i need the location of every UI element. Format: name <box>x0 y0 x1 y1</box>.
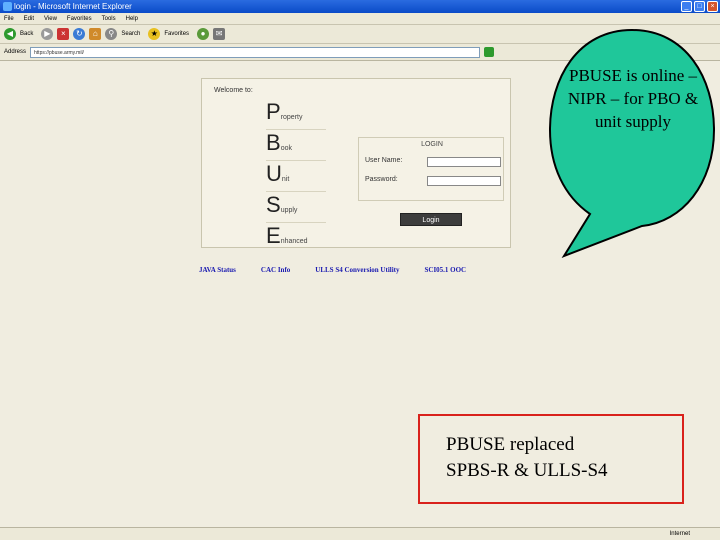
close-button[interactable]: × <box>707 1 718 12</box>
link-cac-info[interactable]: CAC Info <box>261 266 290 274</box>
stop-icon[interactable]: × <box>57 28 70 40</box>
window-controls: _ □ × <box>681 1 718 12</box>
speech-bubble-text: PBUSE is online – NIPR – for PBO & unit … <box>567 66 699 131</box>
acronym-row: Book <box>266 130 326 161</box>
acronym-row: Supply <box>266 192 326 223</box>
ie-icon <box>3 2 12 11</box>
address-label: Address <box>4 49 27 55</box>
go-icon[interactable] <box>484 47 495 57</box>
menu-favorites[interactable]: Favorites <box>67 13 92 24</box>
link-ulls-conversion[interactable]: ULLS S4 Conversion Utility <box>315 266 399 274</box>
pbuse-acronym: Property Book Unit Supply Enhanced <box>266 99 326 254</box>
menu-help[interactable]: Help <box>126 13 138 24</box>
footer-links: JAVA Status CAC Info ULLS S4 Conversion … <box>199 266 466 274</box>
acronym-row: Unit <box>266 161 326 192</box>
username-input[interactable] <box>427 157 501 167</box>
back-arrow-icon[interactable]: ◀ <box>4 28 16 40</box>
refresh-icon[interactable]: ↻ <box>73 28 86 40</box>
speech-bubble <box>548 28 716 258</box>
home-icon[interactable]: ⌂ <box>89 28 102 40</box>
menu-edit[interactable]: Edit <box>24 13 34 24</box>
address-input[interactable]: https://pbuse.army.mil/ <box>30 46 481 58</box>
link-sci-ooc[interactable]: SCI05.1 OOC <box>425 266 467 274</box>
media-icon[interactable]: ● <box>197 28 210 40</box>
callout-box: PBUSE replaced SPBS-R & ULLS-S4 <box>418 414 684 504</box>
login-button[interactable]: Login <box>400 213 462 226</box>
menu-view[interactable]: View <box>44 13 57 24</box>
mail-icon[interactable]: ✉ <box>213 28 226 40</box>
forward-arrow-icon[interactable]: ▶ <box>41 28 54 40</box>
login-panel: LOGIN User Name: Password: <box>358 137 504 201</box>
password-input[interactable] <box>427 176 501 186</box>
callout-text: PBUSE replaced SPBS-R & ULLS-S4 <box>446 434 608 481</box>
acronym-row: Enhanced <box>266 223 308 248</box>
link-java-status[interactable]: JAVA Status <box>199 266 236 274</box>
login-box: Welcome to: Property Book Unit Supply En… <box>201 78 511 248</box>
status-bar: Internet <box>0 527 720 540</box>
minimize-button[interactable]: _ <box>681 1 692 12</box>
status-zone: Internet <box>669 531 690 537</box>
password-label: Password: <box>365 176 398 183</box>
back-button[interactable]: Back <box>20 31 33 37</box>
maximize-button[interactable]: □ <box>694 1 705 12</box>
search-icon[interactable]: ⚲ <box>105 28 118 40</box>
favorites-button[interactable]: Favorites <box>164 31 189 37</box>
menu-tools[interactable]: Tools <box>102 13 116 24</box>
login-title: LOGIN <box>421 141 443 148</box>
acronym-row: Property <box>266 99 326 130</box>
username-label: User Name: <box>365 157 403 164</box>
welcome-text: Welcome to: <box>214 87 253 94</box>
search-button[interactable]: Search <box>121 31 140 37</box>
window-titlebar: login - Microsoft Internet Explorer _ □ … <box>0 0 720 13</box>
window-title: login - Microsoft Internet Explorer <box>14 2 132 11</box>
favorites-star-icon[interactable]: ★ <box>148 28 161 40</box>
menu-bar: File Edit View Favorites Tools Help <box>0 13 720 25</box>
menu-file[interactable]: File <box>4 13 14 24</box>
